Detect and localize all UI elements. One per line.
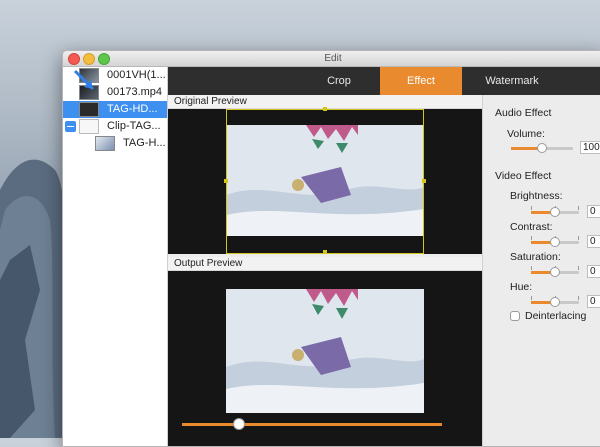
volume-label: Volume: [507,128,545,140]
brightness-slider[interactable] [531,206,579,217]
saturation-value[interactable]: 0 [587,265,600,278]
contrast-slider[interactable] [531,236,579,247]
file-item-label: TAG-HD... [107,103,158,115]
file-item-label: 00173.mp4 [107,86,163,98]
crop-handle[interactable] [422,179,426,183]
audio-effect-heading: Audio Effect [495,107,552,119]
edit-tab-bar: Crop Effect Watermark [168,67,600,95]
contrast-slider-thumb[interactable] [550,237,560,247]
video-thumbnail [79,102,99,117]
hue-label: Hue: [510,281,533,293]
file-item-label: Clip-TAG... [107,120,161,132]
file-item[interactable]: TAG-H... [63,135,167,152]
edit-window: Edit 0001VH(1... 00173.mp4 TAG-HD... Cli… [62,50,600,447]
tab-watermark[interactable]: Watermark [462,67,562,95]
volume-slider-thumb[interactable] [537,143,547,153]
contrast-label: Contrast: [510,221,553,233]
file-item-label: 0001VH(1... [107,69,166,81]
file-item-selected[interactable]: TAG-HD... [63,101,167,118]
collapse-toggle-icon[interactable] [65,121,76,132]
clip-thumbnail [79,119,99,134]
hue-slider-thumb[interactable] [550,297,560,307]
window-title: Edit [324,53,342,64]
brightness-value[interactable]: 0 [587,205,600,218]
saturation-label: Saturation: [510,251,561,263]
pointer-arrow-icon [73,69,95,91]
brightness-slider-thumb[interactable] [550,207,560,217]
volume-value[interactable]: 100 [580,141,600,154]
hue-value[interactable]: 0 [587,295,600,308]
crop-handle[interactable] [224,179,228,183]
crop-frame[interactable] [226,109,424,254]
output-preview-label: Output Preview [168,257,482,271]
tab-effect[interactable]: Effect [380,67,462,95]
scene-illustration [226,289,424,413]
video-effect-heading: Video Effect [495,170,552,182]
file-item-label: TAG-H... [123,137,166,149]
file-group[interactable]: Clip-TAG... [63,118,167,135]
desktop-rock-wallpaper [0,159,70,438]
title-bar: Edit [63,51,600,67]
original-preview-area [168,107,482,254]
saturation-slider[interactable] [531,266,579,277]
brightness-label: Brightness: [510,190,563,202]
output-preview-area [168,271,482,446]
tab-crop[interactable]: Crop [298,67,380,95]
output-video-frame [226,289,424,413]
hue-slider[interactable] [531,296,579,307]
deinterlacing-checkbox[interactable] [510,311,520,321]
video-thumbnail [95,136,115,151]
effect-panel: Audio Effect Volume: 100 Video Effect Br… [482,95,600,446]
contrast-value[interactable]: 0 [587,235,600,248]
file-list: 0001VH(1... 00173.mp4 TAG-HD... Clip-TAG… [63,67,168,446]
playback-slider[interactable] [182,423,442,426]
crop-handle[interactable] [323,250,327,254]
deinterlacing-label: Deinterlacing [525,310,587,322]
volume-slider[interactable] [511,143,573,153]
saturation-slider-thumb[interactable] [550,267,560,277]
crop-handle[interactable] [323,107,327,111]
